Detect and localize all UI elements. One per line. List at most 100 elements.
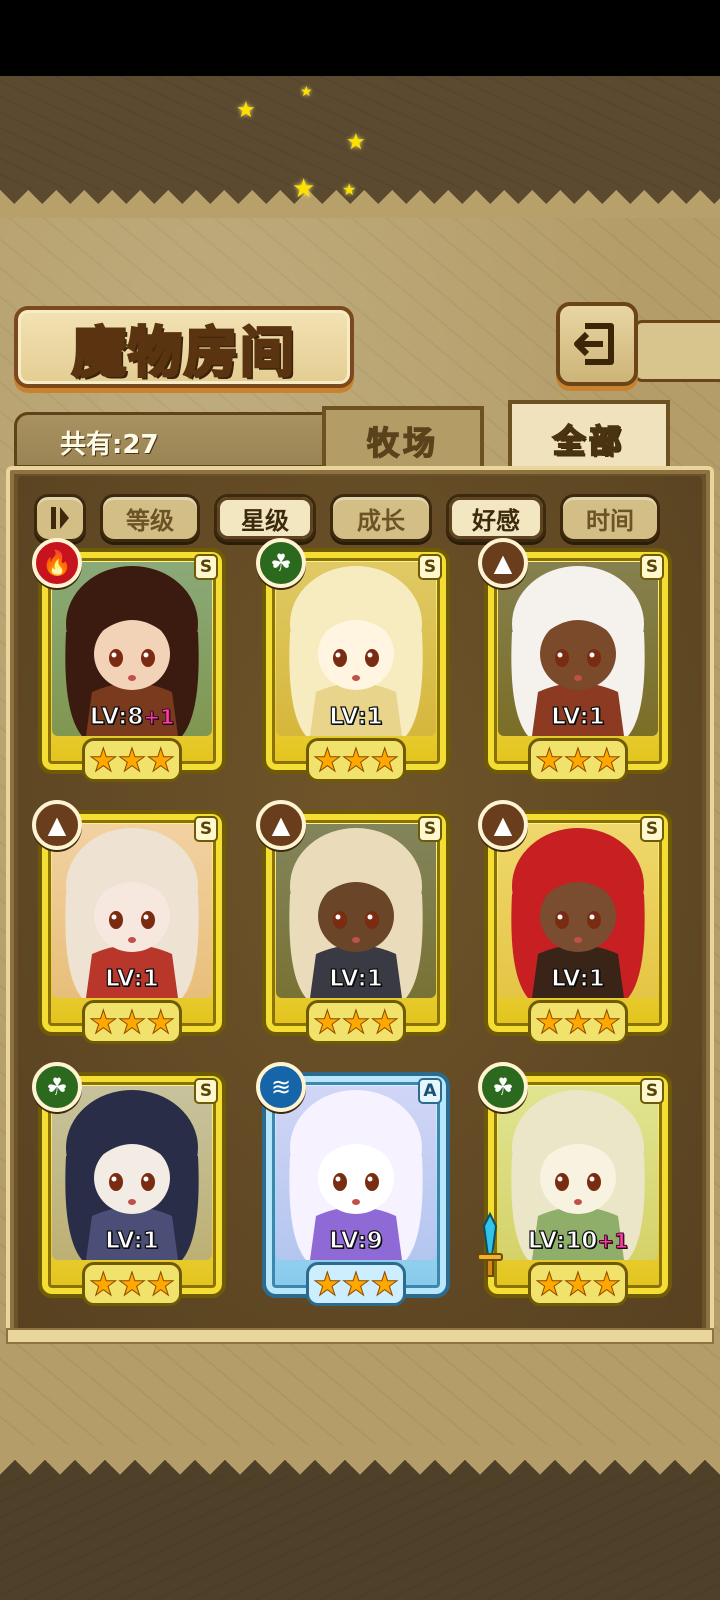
rank-badge: S bbox=[418, 816, 442, 842]
star-icon: ★ bbox=[88, 1003, 118, 1041]
monster-card[interactable]: ▲ S LV:1 ★ ★ ★ bbox=[32, 800, 226, 1044]
page-title: 魔物房间 bbox=[71, 319, 296, 385]
sparkle-star-icon: ★ bbox=[300, 84, 313, 100]
level-value: LV:1 bbox=[329, 965, 384, 992]
rank-badge: S bbox=[640, 554, 664, 580]
bottom-map-background bbox=[0, 1470, 720, 1600]
star-icon: ★ bbox=[117, 1265, 147, 1303]
star-icon: ★ bbox=[312, 1003, 342, 1041]
level-value: LV:9 bbox=[329, 1227, 384, 1254]
star-icon: ★ bbox=[592, 1003, 622, 1041]
mountain-icon: ▲ bbox=[32, 800, 82, 850]
sort-toggle-icon bbox=[51, 507, 69, 529]
level-value: LV:1 bbox=[329, 703, 384, 730]
star-rating: ★ ★ ★ bbox=[306, 738, 406, 782]
star-icon: ★ bbox=[370, 1265, 400, 1303]
level-value: LV:1 bbox=[551, 965, 606, 992]
filter-level[interactable]: 等级 bbox=[100, 494, 200, 542]
mountain-icon: ▲ bbox=[256, 800, 306, 850]
star-rating: ★ ★ ★ bbox=[528, 1262, 628, 1306]
monster-card[interactable]: ▲ S LV:1 ★ ★ ★ bbox=[478, 800, 672, 1044]
rank-badge: S bbox=[640, 816, 664, 842]
star-rating: ★ ★ ★ bbox=[82, 1000, 182, 1044]
zigzag-border-bottom bbox=[0, 1445, 720, 1475]
star-icon: ★ bbox=[341, 1265, 371, 1303]
rank-badge: S bbox=[194, 1078, 218, 1104]
star-rating: ★ ★ ★ bbox=[306, 1262, 406, 1306]
level-label: LV:9 bbox=[262, 1227, 450, 1254]
leaf-icon: ☘ bbox=[478, 1062, 528, 1112]
star-icon: ★ bbox=[117, 1003, 147, 1041]
level-value: LV:1 bbox=[551, 703, 606, 730]
panel-bottom-rail bbox=[6, 1328, 714, 1344]
sort-order-button[interactable] bbox=[34, 494, 86, 542]
star-icon: ★ bbox=[534, 1003, 564, 1041]
star-icon: ★ bbox=[88, 741, 118, 779]
level-label: LV:1 bbox=[484, 703, 672, 730]
star-icon: ★ bbox=[370, 1003, 400, 1041]
monster-card[interactable]: ☘ S LV:1 ★ ★ ★ bbox=[32, 1062, 226, 1306]
tab-all[interactable]: 全部 bbox=[508, 400, 670, 474]
sparkle-star-icon: ★ bbox=[292, 174, 316, 204]
leaf-icon: ☘ bbox=[32, 1062, 82, 1112]
star-icon: ★ bbox=[563, 1265, 593, 1303]
filter-growth[interactable]: 成长 bbox=[330, 494, 432, 542]
level-label: LV:1 bbox=[262, 965, 450, 992]
star-rating: ★ ★ ★ bbox=[82, 738, 182, 782]
flame-icon: 🔥 bbox=[32, 538, 82, 588]
star-rating: ★ ★ ★ bbox=[82, 1262, 182, 1306]
level-label: LV:1 bbox=[38, 965, 226, 992]
level-label: LV:1 bbox=[262, 703, 450, 730]
monster-card[interactable]: ≋ A LV:9 ★ ★ ★ bbox=[256, 1062, 450, 1306]
tab-pasture[interactable]: 牧场 bbox=[322, 406, 484, 472]
back-button[interactable] bbox=[556, 302, 638, 386]
return-arrow-icon bbox=[574, 323, 614, 365]
level-label: LV:8+1 bbox=[38, 703, 226, 730]
star-icon: ★ bbox=[146, 741, 176, 779]
sword-icon bbox=[476, 1211, 504, 1282]
star-icon: ★ bbox=[534, 741, 564, 779]
star-icon: ★ bbox=[592, 741, 622, 779]
star-icon: ★ bbox=[146, 1265, 176, 1303]
rank-badge: S bbox=[194, 816, 218, 842]
monster-count: 共有:27 bbox=[60, 430, 159, 460]
zigzag-border-top bbox=[0, 190, 720, 218]
rank-badge: S bbox=[640, 1078, 664, 1104]
level-label: LV:1 bbox=[38, 1227, 226, 1254]
filter-affection[interactable]: 好感 bbox=[446, 494, 546, 542]
rank-badge: A bbox=[418, 1078, 442, 1104]
star-icon: ★ bbox=[370, 741, 400, 779]
monster-card[interactable]: ▲ S LV:1 ★ ★ ★ bbox=[256, 800, 450, 1044]
star-icon: ★ bbox=[312, 741, 342, 779]
filter-time[interactable]: 时间 bbox=[560, 494, 660, 542]
star-icon: ★ bbox=[117, 741, 147, 779]
level-value: LV:10 bbox=[527, 1227, 598, 1254]
monster-card[interactable]: ☘ S LV:1 ★ ★ ★ bbox=[256, 538, 450, 782]
mountain-icon: ▲ bbox=[478, 800, 528, 850]
level-bonus: +1 bbox=[143, 705, 175, 730]
star-icon: ★ bbox=[592, 1265, 622, 1303]
rank-badge: S bbox=[418, 554, 442, 580]
level-value: LV:8 bbox=[89, 703, 144, 730]
status-bar bbox=[0, 0, 720, 76]
star-icon: ★ bbox=[341, 741, 371, 779]
monster-card[interactable]: ☘ S LV:10+1 ★ ★ ★ bbox=[477, 1062, 672, 1306]
title-banner: 魔物房间 bbox=[14, 306, 354, 388]
star-icon: ★ bbox=[563, 741, 593, 779]
star-icon: ★ bbox=[341, 1003, 371, 1041]
back-button-rail bbox=[634, 320, 720, 382]
star-rating: ★ ★ ★ bbox=[528, 1000, 628, 1044]
level-bonus: +1 bbox=[597, 1229, 629, 1254]
monster-card[interactable]: ▲ S LV:1 ★ ★ ★ bbox=[478, 538, 672, 782]
monster-card[interactable]: 🔥 S LV:8+1 ★ ★ ★ bbox=[32, 538, 226, 782]
star-icon: ★ bbox=[312, 1265, 342, 1303]
filter-star[interactable]: 星级 bbox=[214, 494, 316, 542]
star-icon: ★ bbox=[534, 1265, 564, 1303]
level-label: LV:10+1 bbox=[484, 1227, 672, 1254]
wave-icon: ≋ bbox=[256, 1062, 306, 1112]
mountain-icon: ▲ bbox=[478, 538, 528, 588]
rank-badge: S bbox=[194, 554, 218, 580]
sparkle-star-icon: ★ bbox=[236, 98, 256, 123]
level-value: LV:1 bbox=[105, 965, 160, 992]
level-label: LV:1 bbox=[484, 965, 672, 992]
